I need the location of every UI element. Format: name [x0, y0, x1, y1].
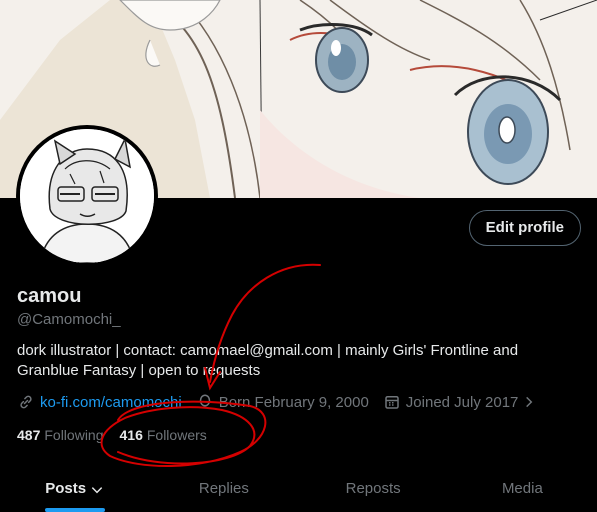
- profile-tabs: Posts Replies Reposts Media: [0, 466, 597, 512]
- profile-meta-row: ko-fi.com/camomochi Born February 9, 200…: [17, 393, 555, 411]
- active-tab-indicator: [44, 508, 105, 512]
- joined-info[interactable]: Joined July 2017: [383, 393, 542, 411]
- link-icon: [20, 395, 32, 409]
- followers-count: 416: [119, 427, 143, 443]
- avatar-drawing: [20, 129, 154, 263]
- edit-profile-button[interactable]: Edit profile: [468, 210, 581, 246]
- tab-replies[interactable]: Replies: [149, 466, 298, 512]
- joined-text: Joined July 2017: [405, 393, 519, 411]
- chevron-right-icon: [526, 396, 533, 408]
- tab-label: Reposts: [345, 480, 401, 497]
- website-link[interactable]: ko-fi.com/camomochi: [17, 393, 182, 411]
- avatar[interactable]: [16, 125, 158, 267]
- tab-label: Media: [501, 480, 543, 497]
- chevron-down-icon: [91, 487, 103, 494]
- following-count: 487: [17, 427, 41, 443]
- website-text[interactable]: ko-fi.com/camomochi: [40, 394, 182, 411]
- follow-counts: 487 Following 416 Followers: [17, 427, 223, 443]
- following-count-link[interactable]: 487 Following: [17, 427, 104, 443]
- followers-count-link[interactable]: 416 Followers: [120, 427, 207, 443]
- birthday-info: Born February 9, 2000: [196, 393, 369, 411]
- followers-label: Followers: [146, 427, 207, 443]
- following-label: Following: [44, 427, 104, 443]
- display-name: camou: [17, 285, 82, 307]
- tab-media[interactable]: Media: [448, 466, 597, 512]
- username-handle: @Camomochi_: [17, 311, 121, 328]
- tab-label: Replies: [198, 480, 249, 497]
- tab-reposts[interactable]: Reposts: [299, 466, 448, 512]
- tab-posts[interactable]: Posts: [0, 466, 149, 512]
- tab-label: Posts: [45, 480, 87, 497]
- birthday-text: Born February 9, 2000: [218, 393, 369, 411]
- calendar-icon: [385, 396, 399, 409]
- balloon-icon: [199, 394, 210, 408]
- profile-bio: dork illustrator | contact: camomael@gma…: [17, 342, 519, 379]
